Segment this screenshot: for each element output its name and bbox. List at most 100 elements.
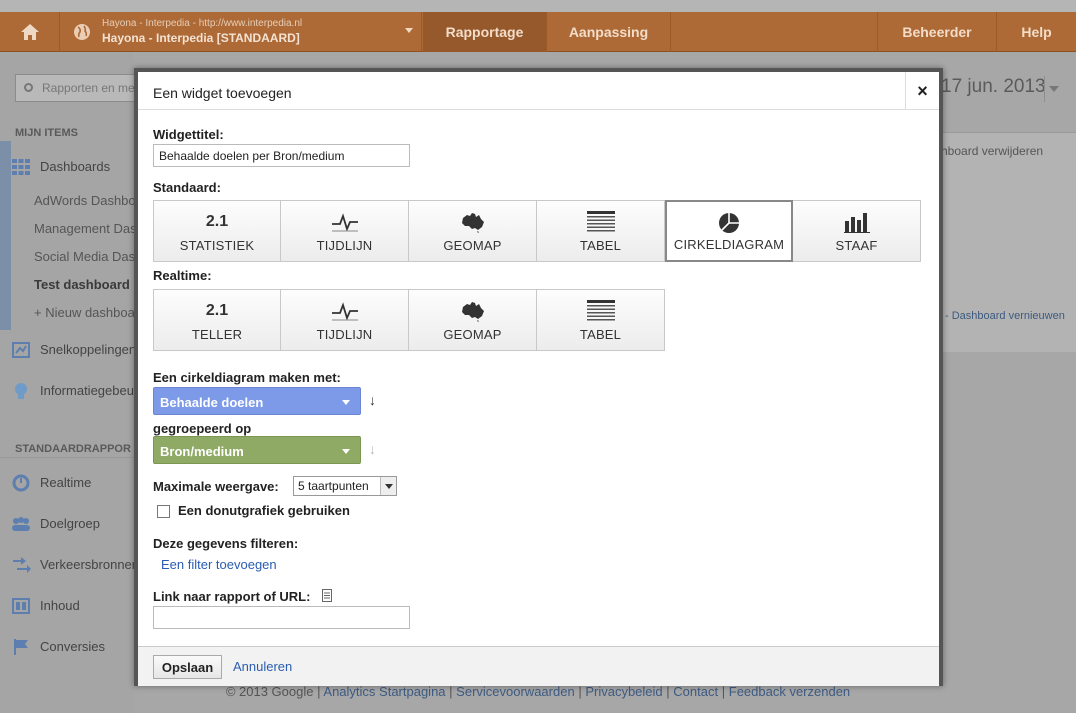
sidebar-item-realtime[interactable]: Realtime [0,466,140,500]
content-icon [12,598,30,614]
chevron-down-icon [342,449,350,454]
account-url: Hayona - Interpedia - http://www.interpe… [102,18,303,29]
bar-chart-icon [843,213,870,233]
footer-link-terms[interactable]: Servicevoorwaarden [456,684,575,699]
tab-beheerder[interactable]: Beheerder [877,12,997,52]
sidebar-item-label: Verkeersbronnen [40,557,140,572]
divider [1044,76,1045,102]
sidebar-dashboard-test[interactable]: Test dashboard [0,271,140,299]
standard-type-statistic[interactable]: 2.1 STATISTIEK [153,200,281,262]
sidebar-item-shortcuts[interactable]: Snelkoppelingen [0,333,140,367]
home-icon [20,24,39,40]
separator: | [721,684,726,699]
type-label: GEOMAP [443,327,502,342]
sidebar-dashboard-management[interactable]: Management Das [0,215,140,243]
timeline-icon [331,302,358,321]
realtime-icon [12,474,30,492]
sidebar-item-label: Realtime [40,475,92,490]
copyright: © 2013 Google [225,684,314,699]
date-range[interactable]: 17 jun. 2013 [941,76,1046,98]
sidebar-item-audience[interactable]: Doelgroep [0,507,140,541]
sidebar-item-traffic[interactable]: Verkeersbronnen [0,548,140,582]
footer: © 2013 Google | Analytics Startpagina | … [0,684,1076,699]
realtime-label: Realtime: [153,268,212,283]
sidebar-item-intelligence[interactable]: Informatiegebeur [0,374,140,408]
audience-icon [12,517,30,531]
tab-aanpassing[interactable]: Aanpassing [547,12,671,52]
report-link-label: Link naar rapport of URL: [153,589,311,604]
my-items-heading: MIJN ITEMS [15,127,78,139]
type-label: CIRKELDIAGRAM [673,237,785,252]
top-navigation-bar: Hayona - Interpedia - http://www.interpe… [0,12,1076,52]
metric-value: Behaalde doelen [160,395,264,410]
standard-type-timeline[interactable]: TIJDLIJN [281,200,409,262]
tab-help[interactable]: Help [997,12,1076,52]
remove-dashboard-link[interactable]: hboard verwijderen [941,144,1043,158]
sidebar-new-dashboard[interactable]: + Nieuw dashboa [0,299,140,327]
dialog-footer: Opslaan Annuleren [138,646,939,686]
max-display-select[interactable]: 5 taartpunten [293,476,397,496]
type-label: TIJDLIJN [316,238,373,253]
realtime-type-counter[interactable]: 2.1 TELLER [153,289,281,351]
standard-type-bar[interactable]: STAAF [793,200,921,262]
filter-label: Deze gegevens filteren: [153,536,299,551]
home-button[interactable] [0,12,60,52]
renew-dashboard-link[interactable]: - Dashboard vernieuwen [945,310,1065,322]
sidebar-item-conversions[interactable]: Conversies [0,630,140,664]
pie-chart-icon [719,213,739,233]
realtime-type-table[interactable]: TABEL [537,289,665,351]
search-placeholder: Rapporten en me [42,81,135,95]
shortcut-icon [12,342,30,358]
standard-type-table[interactable]: TABEL [537,200,665,262]
divider [0,457,134,458]
donut-checkbox[interactable] [157,505,170,518]
separator: | [578,684,582,699]
max-display-value: 5 taartpunten [298,479,369,493]
flag-icon [14,639,28,655]
close-icon[interactable]: × [905,72,939,110]
sort-arrow-icon[interactable]: ↓ [369,392,376,408]
footer-link-contact[interactable]: Contact [673,684,718,699]
sidebar-item-label: Dashboards [40,159,111,174]
geomap-icon [461,302,484,322]
realtime-type-geomap[interactable]: GEOMAP [409,289,537,351]
separator: | [317,684,321,699]
number-icon: 2.1 [205,213,229,230]
tab-rapportage[interactable]: Rapportage [423,12,547,52]
type-label: TABEL [579,327,622,342]
type-label: TELLER [191,327,243,342]
sidebar-item-dashboards[interactable]: Dashboards [0,150,140,184]
donut-label: Een donutgrafiek gebruiken [178,503,350,518]
chevron-down-icon [380,477,396,495]
report-link-input[interactable] [153,606,410,629]
account-selector[interactable]: Hayona - Interpedia - http://www.interpe… [60,12,422,52]
standard-type-geomap[interactable]: GEOMAP [409,200,537,262]
chevron-down-icon [342,400,350,405]
metric-select[interactable]: Behaalde doelen [153,387,361,415]
standard-widget-types: 2.1 STATISTIEK TIJDLIJN GEOMAP TABEL CIR… [153,200,921,262]
widget-title-input[interactable] [153,144,410,167]
cancel-link[interactable]: Annuleren [233,659,292,674]
geomap-icon [461,213,484,233]
sort-arrow-icon: ↓ [369,441,376,457]
chevron-down-icon[interactable] [1049,86,1059,92]
sidebar-dashboard-adwords[interactable]: AdWords Dashbo [0,187,140,215]
add-widget-dialog: Een widget toevoegen × Widgettitel: Stan… [134,68,943,686]
footer-link-analytics-home[interactable]: Analytics Startpagina [323,684,445,699]
add-filter-link[interactable]: Een filter toevoegen [161,557,277,572]
dimension-select[interactable]: Bron/medium [153,436,361,464]
footer-link-feedback[interactable]: Feedback verzenden [729,684,850,699]
grouped-by-label: gegroepeerd op [153,421,252,436]
search-icon [24,83,33,92]
pie-chart-with-label: Een cirkeldiagram maken met: [153,370,341,385]
save-button[interactable]: Opslaan [153,655,222,679]
sidebar-item-label: Informatiegebeur [40,383,139,398]
standard-type-pie-chart[interactable]: CIRKELDIAGRAM [665,200,793,262]
sidebar-item-content[interactable]: Inhoud [0,589,140,623]
dimension-value: Bron/medium [160,444,244,459]
sidebar-dashboard-social-media[interactable]: Social Media Das [0,243,140,271]
footer-link-privacy[interactable]: Privacybeleid [585,684,662,699]
realtime-type-timeline[interactable]: TIJDLIJN [281,289,409,351]
type-label: GEOMAP [443,238,502,253]
number-icon: 2.1 [205,302,229,319]
